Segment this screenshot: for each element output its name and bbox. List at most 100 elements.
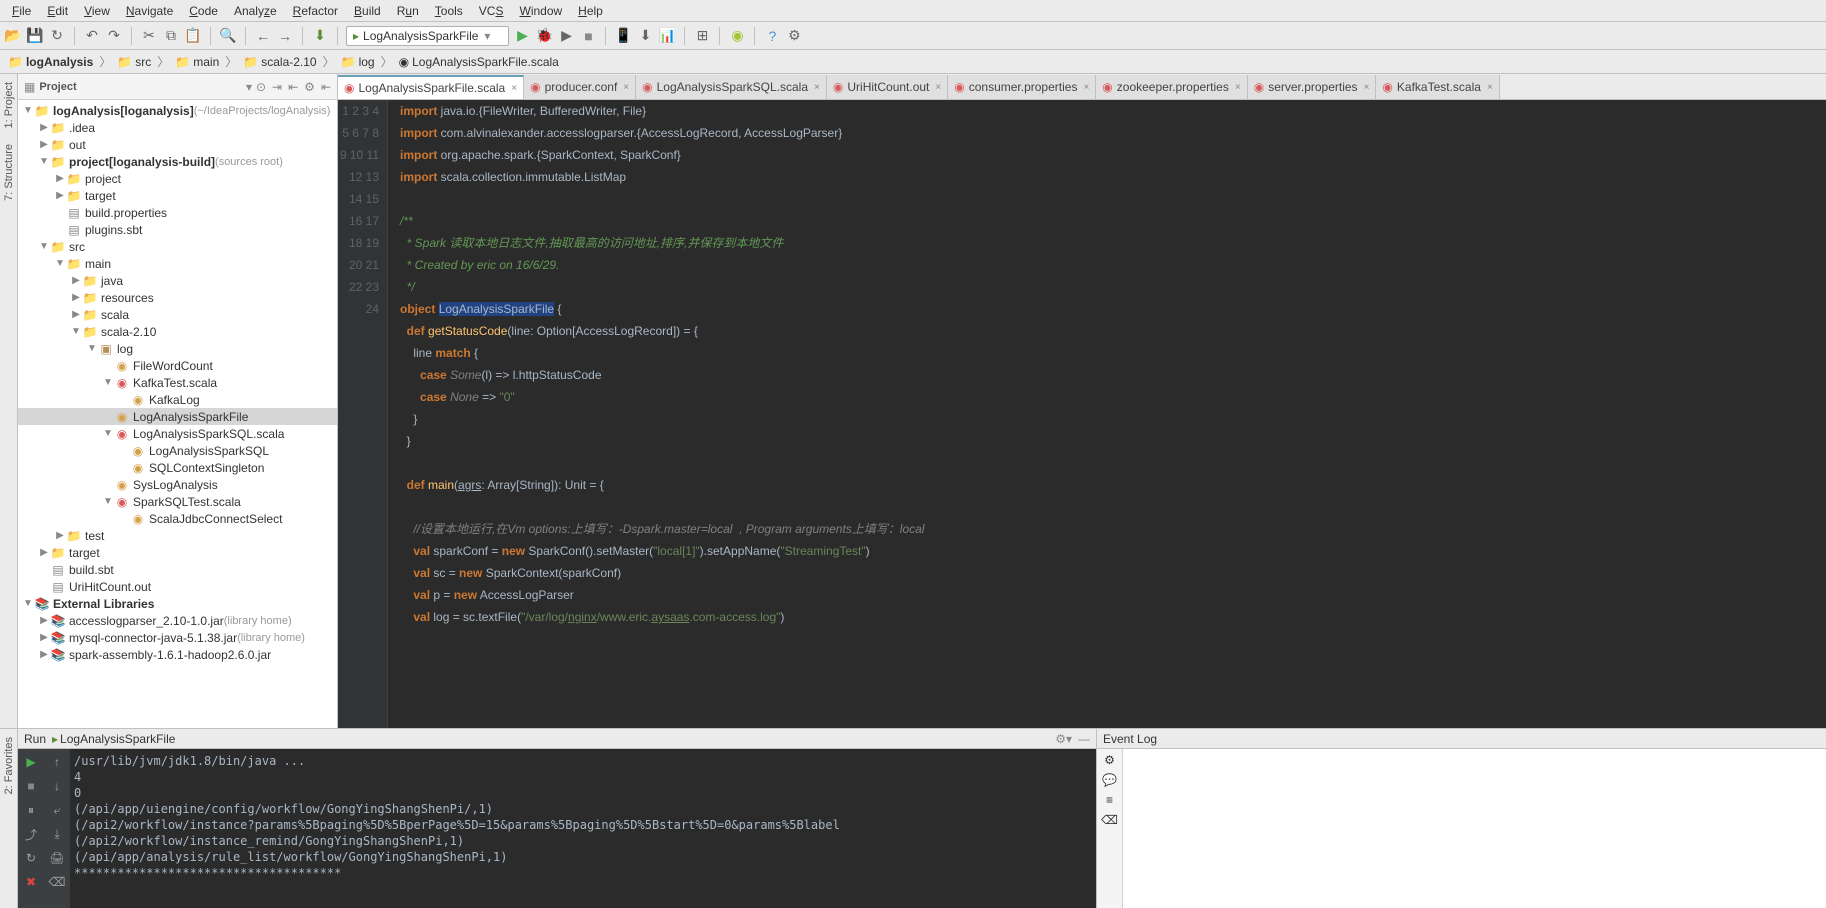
tree-item[interactable]: ▶📁scala <box>18 306 337 323</box>
project-tree[interactable]: ▼📁logAnalysis [loganalysis] (~/IdeaProje… <box>18 100 337 728</box>
menu-code[interactable]: Code <box>181 2 226 20</box>
event-clear-icon[interactable]: ⌫ <box>1101 813 1118 827</box>
crumb-log[interactable]: 📁 log <box>337 54 379 70</box>
tree-item[interactable]: ◉FileWordCount <box>18 357 337 374</box>
tree-item[interactable]: ▶📁.idea <box>18 119 337 136</box>
menu-file[interactable]: File <box>4 2 39 20</box>
tree-item[interactable]: ▶📚spark-assembly-1.6.1-hadoop2.6.0.jar <box>18 646 337 663</box>
crumb-project[interactable]: 📁 logAnalysis <box>4 54 97 70</box>
tree-item[interactable]: ▶📁java <box>18 272 337 289</box>
tree-item[interactable]: ◉ScalaJdbcConnectSelect <box>18 510 337 527</box>
tree-item[interactable]: ▶📚accesslogparser_2.10-1.0.jar (library … <box>18 612 337 629</box>
code-editor[interactable]: 1 2 3 4 5 6 7 8 9 10 11 12 13 14 15 16 1… <box>338 100 1826 728</box>
run-coverage-icon[interactable]: ▶ <box>557 27 575 45</box>
editor-tab[interactable]: ◉producer.conf× <box>524 75 636 99</box>
scroll-from-icon[interactable]: ⇤ <box>288 80 298 94</box>
stop-run-icon[interactable]: ■ <box>22 777 40 795</box>
event-settings-icon[interactable]: ⚙ <box>1104 753 1115 767</box>
tree-item[interactable]: ▶📁target <box>18 544 337 561</box>
scroll-to-icon[interactable]: ⇥ <box>272 80 282 94</box>
collapse-icon[interactable]: ⊙ <box>256 80 266 94</box>
avd-icon[interactable]: 📱 <box>614 27 632 45</box>
hide-icon[interactable]: ⇤ <box>321 80 331 94</box>
open-icon[interactable]: 📂 <box>4 27 22 45</box>
android-icon[interactable]: ◉ <box>728 27 746 45</box>
tree-item[interactable]: ◉LogAnalysisSparkFile <box>18 408 337 425</box>
tree-item[interactable]: ▼📁logAnalysis [loganalysis] (~/IdeaProje… <box>18 102 337 119</box>
event-mark-icon[interactable]: ≡ <box>1106 793 1113 807</box>
sdk-icon[interactable]: ⬇ <box>636 27 654 45</box>
save-icon[interactable]: 💾 <box>26 27 44 45</box>
event-balloon-icon[interactable]: 💬 <box>1102 773 1117 787</box>
close-icon[interactable]: × <box>814 82 820 93</box>
scroll-end-icon[interactable]: ⤓ <box>48 825 66 843</box>
menu-vcs[interactable]: VCS <box>471 2 512 20</box>
menu-view[interactable]: View <box>76 2 118 20</box>
menu-navigate[interactable]: Navigate <box>118 2 181 20</box>
find-icon[interactable]: 🔍 <box>219 27 237 45</box>
run-config-selector[interactable]: ▸ LogAnalysisSparkFile ▾ <box>346 26 509 46</box>
tree-item[interactable]: ▼📁src <box>18 238 337 255</box>
down-icon[interactable]: ↓ <box>48 777 66 795</box>
restore-icon[interactable]: ↻ <box>22 849 40 867</box>
close-icon[interactable]: × <box>1364 82 1370 93</box>
gear-icon[interactable]: ⚙ <box>304 80 315 94</box>
sidestrip-favorites[interactable]: 2: Favorites <box>3 733 15 798</box>
build-icon[interactable]: ⬇ <box>311 27 329 45</box>
close-icon[interactable]: × <box>1487 82 1493 93</box>
rerun-icon[interactable]: ▶ <box>22 753 40 771</box>
crumb-scala[interactable]: 📁 scala-2.10 <box>239 54 320 70</box>
close-run-icon[interactable]: ✖ <box>22 873 40 891</box>
tree-item[interactable]: ▼◉SparkSQLTest.scala <box>18 493 337 510</box>
menu-help[interactable]: Help <box>570 2 611 20</box>
tree-item[interactable]: ◉LogAnalysisSparkSQL <box>18 442 337 459</box>
cut-icon[interactable]: ✂ <box>140 27 158 45</box>
editor-code[interactable]: import java.io.{FileWriter, BufferedWrit… <box>388 100 1826 728</box>
close-icon[interactable]: × <box>1235 82 1241 93</box>
copy-icon[interactable]: ⧉ <box>162 27 180 45</box>
editor-tab[interactable]: ◉UriHitCount.out× <box>827 75 948 99</box>
menu-analyze[interactable]: Analyze <box>226 2 285 20</box>
sidestrip-project[interactable]: 1: Project <box>3 78 15 132</box>
editor-tab[interactable]: ◉server.properties× <box>1248 75 1377 99</box>
crumb-src[interactable]: 📁 src <box>113 54 155 70</box>
close-icon[interactable]: × <box>1083 82 1089 93</box>
tool-hide-icon[interactable]: — <box>1078 732 1090 746</box>
sync-icon[interactable]: ↻ <box>48 27 66 45</box>
tree-item[interactable]: ▶📁out <box>18 136 337 153</box>
tree-item[interactable]: ▼📁scala-2.10 <box>18 323 337 340</box>
tree-item[interactable]: ▶📁resources <box>18 289 337 306</box>
sidestrip-structure[interactable]: 7: Structure <box>3 140 15 205</box>
menu-window[interactable]: Window <box>511 2 570 20</box>
exit-icon[interactable]: ⤴ <box>22 825 40 843</box>
menu-run[interactable]: Run <box>389 2 427 20</box>
tree-item[interactable]: ▼📁main <box>18 255 337 272</box>
crumb-main[interactable]: 📁 main <box>171 54 223 70</box>
settings-icon[interactable]: ⚙ <box>785 27 803 45</box>
editor-tab[interactable]: ◉zookeeper.properties× <box>1096 75 1247 99</box>
close-icon[interactable]: × <box>935 82 941 93</box>
menu-edit[interactable]: Edit <box>39 2 76 20</box>
menu-build[interactable]: Build <box>346 2 389 20</box>
back-icon[interactable]: ← <box>254 27 272 45</box>
paste-icon[interactable]: 📋 <box>184 27 202 45</box>
stop-icon[interactable]: ■ <box>579 27 597 45</box>
tree-item[interactable]: ▤build.properties <box>18 204 337 221</box>
editor-tab[interactable]: ◉LogAnalysisSparkSQL.scala× <box>636 75 827 99</box>
forward-icon[interactable]: → <box>276 27 294 45</box>
tree-item[interactable]: ▤UriHitCount.out <box>18 578 337 595</box>
menu-refactor[interactable]: Refactor <box>285 2 346 20</box>
tree-item[interactable]: ▼📚External Libraries <box>18 595 337 612</box>
tool-gear-icon[interactable]: ⚙▾ <box>1055 732 1072 746</box>
tree-item[interactable]: ▶📚mysql-connector-java-5.1.38.jar (libra… <box>18 629 337 646</box>
tree-item[interactable]: ▼◉KafkaTest.scala <box>18 374 337 391</box>
tree-item[interactable]: ▤build.sbt <box>18 561 337 578</box>
pause-icon[interactable]: ⏸ <box>22 801 40 819</box>
close-icon[interactable]: × <box>623 82 629 93</box>
up-icon[interactable]: ↑ <box>48 753 66 771</box>
tree-item[interactable]: ◉SQLContextSingleton <box>18 459 337 476</box>
clear-icon[interactable]: ⌫ <box>48 873 66 891</box>
print-icon[interactable]: 🖨 <box>48 849 66 867</box>
structure-icon[interactable]: ⊞ <box>693 27 711 45</box>
tree-item[interactable]: ◉SysLogAnalysis <box>18 476 337 493</box>
